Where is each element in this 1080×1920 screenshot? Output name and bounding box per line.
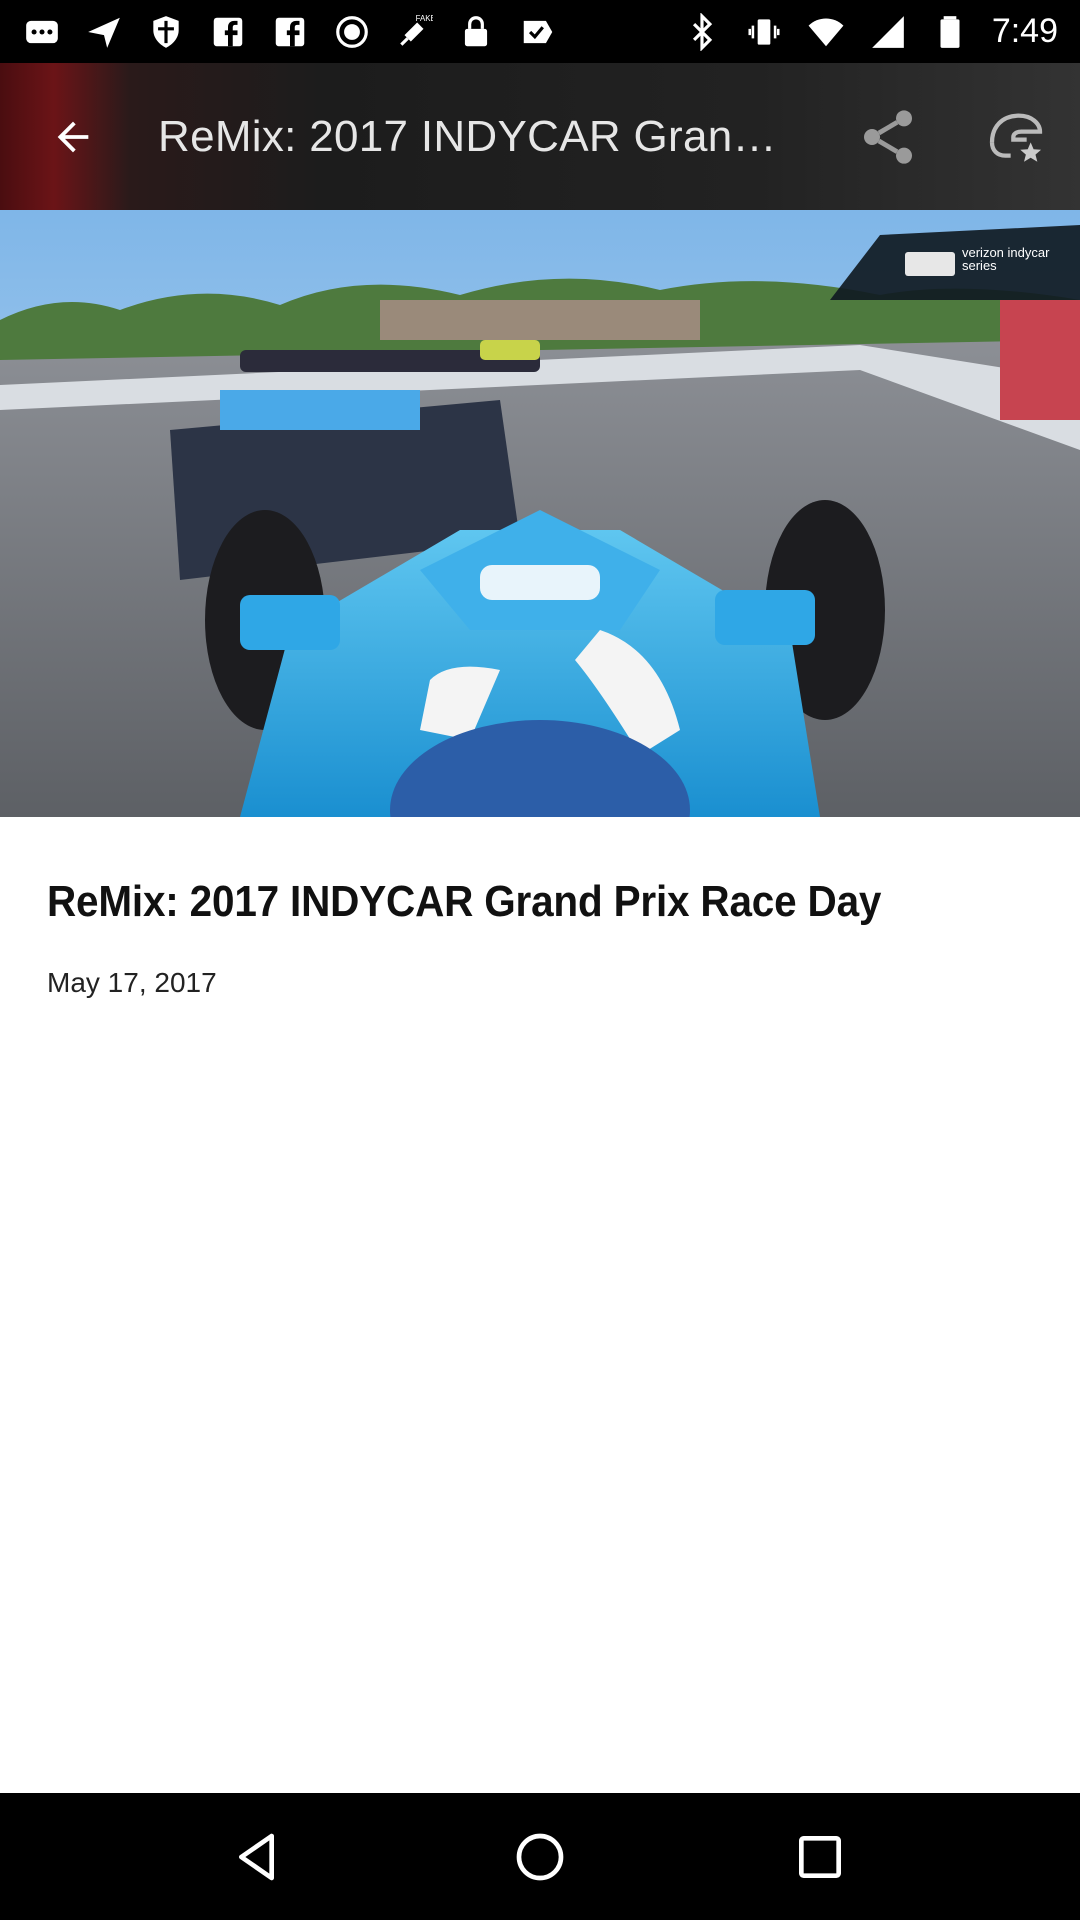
back-button[interactable] xyxy=(0,63,146,210)
wifi-icon xyxy=(806,12,846,52)
helmet-star-icon xyxy=(989,113,1043,162)
facebook-icon xyxy=(270,12,310,52)
toolbar-title: ReMix: 2017 INDYCAR Gran… xyxy=(158,111,777,161)
clock: 7:49 xyxy=(991,12,1058,50)
send-icon xyxy=(84,12,124,52)
app-toolbar: ReMix: 2017 INDYCAR Gran… xyxy=(0,63,1080,210)
race-car-image xyxy=(0,210,1080,817)
article-title: ReMix: 2017 INDYCAR Grand Prix Race Day xyxy=(47,877,882,926)
checklist-icon xyxy=(518,12,558,52)
fake-gps-icon: FAKE xyxy=(394,12,434,52)
bluetooth-icon xyxy=(682,12,722,52)
share-icon xyxy=(864,109,912,164)
record-icon xyxy=(332,12,372,52)
status-bar: FAKE 7:49 xyxy=(0,0,1080,63)
messaging-icon xyxy=(22,12,62,52)
nav-back-button[interactable] xyxy=(210,1807,310,1907)
recents-square-icon xyxy=(799,1835,841,1878)
battery-icon xyxy=(930,12,970,52)
notification-icons: FAKE xyxy=(22,12,558,52)
favorite-button[interactable] xyxy=(952,63,1080,210)
arrow-back-icon xyxy=(57,121,89,152)
article-content: ReMix: 2017 INDYCAR Grand Prix Race Day … xyxy=(0,817,1080,1793)
article-date: May 17, 2017 xyxy=(47,967,217,998)
home-circle-icon xyxy=(516,1833,564,1880)
nav-home-button[interactable] xyxy=(490,1807,590,1907)
facebook-icon xyxy=(208,12,248,52)
svg-text:FAKE: FAKE xyxy=(416,13,433,22)
nav-recents-button[interactable] xyxy=(770,1807,870,1907)
system-icons: 7:49 xyxy=(682,12,1058,52)
video-thumbnail[interactable]: verizon indycar series xyxy=(0,210,1080,817)
lock-icon xyxy=(456,12,496,52)
shield-icon xyxy=(146,12,186,52)
system-nav-bar xyxy=(0,1793,1080,1920)
indycar-logo-text: verizon indycar series xyxy=(962,245,1050,273)
vibrate-icon xyxy=(744,12,784,52)
share-button[interactable] xyxy=(824,63,952,210)
back-triangle-icon xyxy=(239,1833,274,1880)
signal-icon xyxy=(868,12,908,52)
